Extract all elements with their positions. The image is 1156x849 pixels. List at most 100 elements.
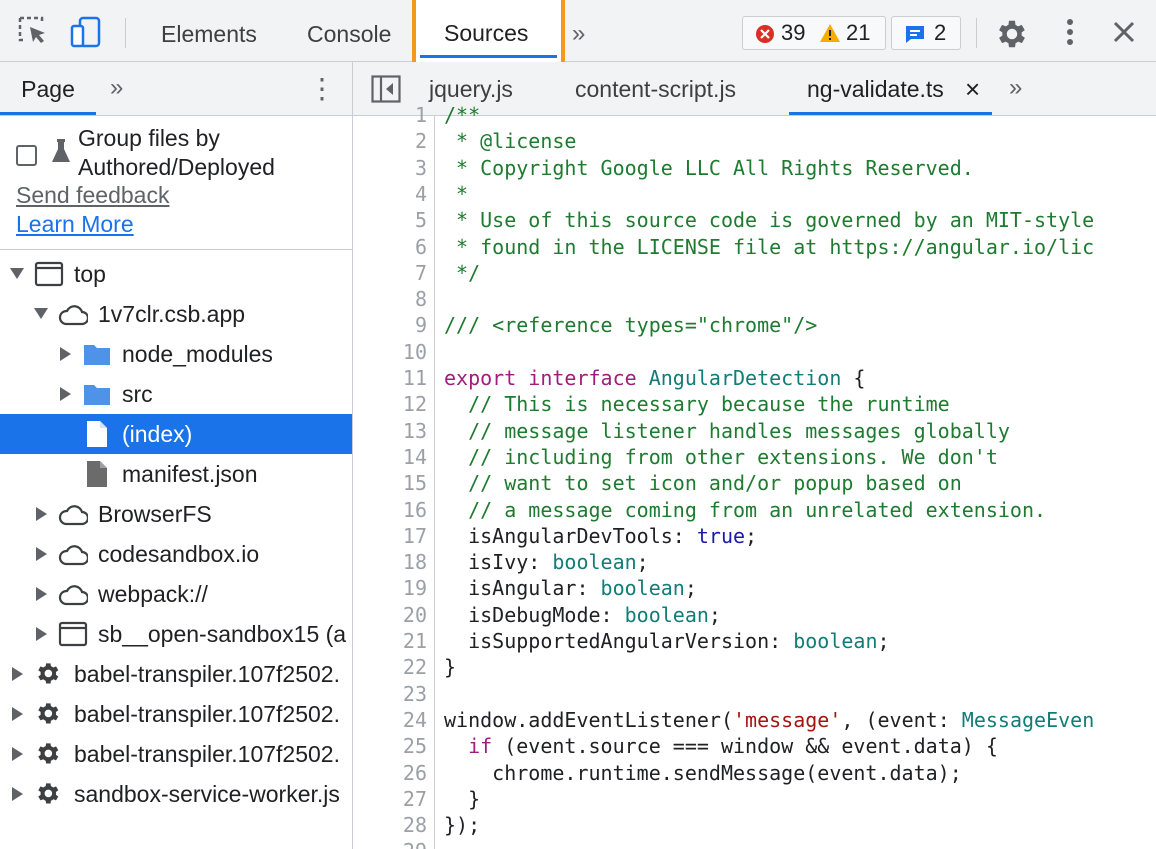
code-line[interactable]: });	[444, 812, 480, 838]
line-number[interactable]: 25	[353, 733, 427, 759]
line-number[interactable]: 20	[353, 602, 427, 628]
code-line[interactable]: chrome.runtime.sendMessage(event.data);	[444, 760, 962, 786]
line-number[interactable]: 10	[353, 339, 427, 365]
line-number[interactable]: 13	[353, 418, 427, 444]
line-number[interactable]: 2	[353, 128, 427, 154]
tree-item[interactable]: manifest.json	[0, 454, 352, 494]
line-number[interactable]: 24	[353, 707, 427, 733]
tab-page[interactable]: Page	[0, 62, 96, 115]
source-code[interactable]: 1 /** 2 * @license 3 * Copyright Google LLC…	[353, 103, 1156, 849]
tree-item[interactable]: sb__open-sandbox15 (a	[0, 614, 352, 654]
collapsed-triangle-icon[interactable]	[12, 787, 23, 801]
line-number[interactable]: 14	[353, 444, 427, 470]
code-line[interactable]: if (event.source === window && event.dat…	[444, 733, 998, 759]
line-number[interactable]: 21	[353, 628, 427, 654]
line-number[interactable]: 29	[353, 838, 427, 849]
inspect-element-icon[interactable]	[16, 14, 52, 50]
tree-item[interactable]: babel-transpiler.107f2502.	[0, 654, 352, 694]
collapsed-triangle-icon[interactable]	[60, 347, 71, 361]
line-number[interactable]: 7	[353, 260, 427, 286]
code-line[interactable]: isIvy: boolean;	[444, 549, 649, 575]
tree-item[interactable]: codesandbox.io	[0, 534, 352, 574]
tree-item[interactable]: BrowserFS	[0, 494, 352, 534]
line-number[interactable]: 4	[353, 181, 427, 207]
more-sidebar-tabs-chevron-icon[interactable]: »	[110, 74, 124, 102]
line-number[interactable]: 28	[353, 812, 427, 838]
line-number[interactable]: 17	[353, 523, 427, 549]
code-line[interactable]: }	[444, 654, 456, 680]
line-number[interactable]: 8	[353, 286, 427, 312]
tree-item[interactable]: babel-transpiler.107f2502.	[0, 694, 352, 734]
code-line[interactable]: isSupportedAngularVersion: boolean;	[444, 628, 889, 654]
line-number[interactable]: 11	[353, 365, 427, 391]
collapsed-triangle-icon[interactable]	[12, 707, 23, 721]
code-line[interactable]: *	[444, 181, 468, 207]
tree-item[interactable]: 1v7clr.csb.app	[0, 294, 352, 334]
issue-counter[interactable]: 39 21	[742, 16, 886, 50]
line-number[interactable]: 5	[353, 207, 427, 233]
expanded-triangle-icon[interactable]	[10, 268, 24, 279]
close-tab-icon[interactable]: ×	[965, 62, 980, 116]
code-line[interactable]: isAngularDevTools: true;	[444, 523, 757, 549]
code-line[interactable]: * found in the LICENSE file at https://a…	[444, 234, 1094, 260]
tree-item[interactable]: babel-transpiler.107f2502.	[0, 734, 352, 774]
code-line[interactable]: // want to set icon and/or popup based o…	[444, 470, 962, 496]
code-line[interactable]: isAngular: boolean;	[444, 575, 697, 601]
line-number[interactable]: 26	[353, 760, 427, 786]
tree-item[interactable]: node_modules	[0, 334, 352, 374]
collapsed-triangle-icon[interactable]	[12, 667, 23, 681]
send-feedback-link[interactable]: Send feedback	[16, 182, 169, 209]
more-options-icon[interactable]	[1052, 14, 1088, 50]
code-line[interactable]: window.addEventListener('message', (even…	[444, 707, 1094, 733]
close-devtools-icon[interactable]	[1106, 14, 1142, 50]
tree-item[interactable]: (index)	[0, 414, 352, 454]
line-number[interactable]: 27	[353, 786, 427, 812]
expanded-triangle-icon[interactable]	[34, 308, 48, 319]
toggle-navigator-icon[interactable]	[371, 75, 401, 103]
code-line[interactable]: // a message coming from an unrelated ex…	[444, 497, 1046, 523]
code-line[interactable]: }	[444, 786, 480, 812]
tab-elements[interactable]: Elements	[161, 0, 257, 62]
collapsed-triangle-icon[interactable]	[12, 747, 23, 761]
collapsed-triangle-icon[interactable]	[36, 627, 47, 641]
collapsed-triangle-icon[interactable]	[60, 387, 71, 401]
group-files-checkbox[interactable]	[16, 145, 37, 166]
code-line[interactable]: isDebugMode: boolean;	[444, 602, 721, 628]
code-line[interactable]: export interface AngularDetection {	[444, 365, 865, 391]
tree-item[interactable]: sandbox-service-worker.js	[0, 774, 352, 814]
device-toolbar-icon[interactable]	[68, 14, 104, 50]
code-line[interactable]: // including from other extensions. We d…	[444, 444, 998, 470]
line-number[interactable]: 3	[353, 155, 427, 181]
tab-sources[interactable]: Sources	[412, 0, 565, 68]
code-line[interactable]: * Use of this source code is governed by…	[444, 207, 1094, 233]
message-counter[interactable]: 2	[891, 16, 961, 50]
collapsed-triangle-icon[interactable]	[36, 587, 47, 601]
line-number[interactable]: 6	[353, 234, 427, 260]
line-number[interactable]: 19	[353, 575, 427, 601]
settings-gear-icon[interactable]	[994, 16, 1030, 52]
code-line[interactable]: // This is necessary because the runtime	[444, 391, 950, 417]
tab-console[interactable]: Console	[307, 0, 391, 62]
file-tab-ng-validate[interactable]: ng-validate.ts ×	[789, 62, 992, 115]
more-tabs-chevron-icon[interactable]: »	[572, 20, 586, 48]
code-line[interactable]: /**	[444, 102, 480, 128]
collapsed-triangle-icon[interactable]	[36, 507, 47, 521]
line-number[interactable]: 16	[353, 497, 427, 523]
more-file-tabs-chevron-icon[interactable]: »	[1009, 74, 1023, 102]
code-line[interactable]: // message listener handles messages glo…	[444, 418, 1010, 444]
sidebar-menu-icon[interactable]: ⋮	[308, 72, 336, 105]
learn-more-link[interactable]: Learn More	[16, 211, 134, 238]
line-number[interactable]: 18	[353, 549, 427, 575]
code-line[interactable]: * @license	[444, 128, 576, 154]
code-line[interactable]: * Copyright Google LLC All Rights Reserv…	[444, 155, 974, 181]
file-tab-content-script[interactable]: content-script.js	[575, 62, 736, 115]
tree-item[interactable]: src	[0, 374, 352, 414]
code-line[interactable]: /// <reference types="chrome"/>	[444, 312, 817, 338]
line-number[interactable]: 15	[353, 470, 427, 496]
line-number[interactable]: 23	[353, 681, 427, 707]
code-line[interactable]: */	[444, 260, 480, 286]
collapsed-triangle-icon[interactable]	[36, 547, 47, 561]
tree-item[interactable]: top	[0, 254, 352, 294]
line-number[interactable]: 22	[353, 654, 427, 680]
tree-item[interactable]: webpack://	[0, 574, 352, 614]
